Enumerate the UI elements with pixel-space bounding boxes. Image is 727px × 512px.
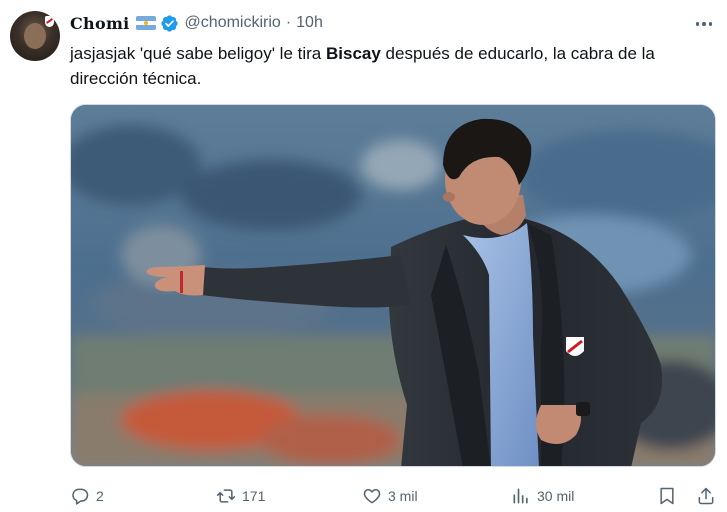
retweet-icon [216, 489, 236, 503]
user-handle[interactable]: @chomickirio [185, 14, 281, 32]
more-options-icon[interactable] [692, 14, 716, 34]
like-count: 3 mil [388, 488, 418, 504]
tweet-text: jasjasjak 'qué sabe beligoy' le tira Bis… [70, 41, 715, 91]
views-count: 30 mil [537, 488, 575, 504]
reply-button[interactable]: 2 [70, 484, 104, 508]
coach-photo-illustration [71, 105, 715, 466]
timestamp[interactable]: 10h [296, 14, 323, 32]
like-button[interactable]: 3 mil [362, 484, 418, 508]
verified-badge-icon[interactable] [160, 14, 179, 33]
avatar[interactable] [10, 11, 60, 61]
display-name[interactable]: Chomi [70, 14, 130, 33]
views-icon [513, 488, 528, 504]
retweet-button[interactable]: 171 [216, 484, 265, 508]
argentina-flag-icon [135, 16, 156, 30]
tweet-photo[interactable] [70, 104, 716, 467]
retweet-count: 171 [242, 488, 266, 504]
reply-icon [72, 488, 89, 505]
bookmark-button[interactable] [657, 484, 677, 508]
tweet-text-bold: Biscay [325, 44, 381, 63]
bookmark-icon [660, 487, 674, 505]
tweet-header: Chomi @chomickirio · 10h [70, 12, 323, 34]
separator-dot: · [285, 14, 292, 31]
like-icon [363, 489, 381, 504]
share-button[interactable] [696, 484, 716, 508]
reply-count: 2 [96, 488, 104, 504]
share-icon [698, 487, 714, 505]
tweet-text-part: jasjasjak 'qué sabe beligoy' le tira [70, 44, 326, 63]
views-button[interactable]: 30 mil [511, 484, 574, 508]
action-bar: 2 171 3 mil 30 mil [70, 484, 720, 508]
